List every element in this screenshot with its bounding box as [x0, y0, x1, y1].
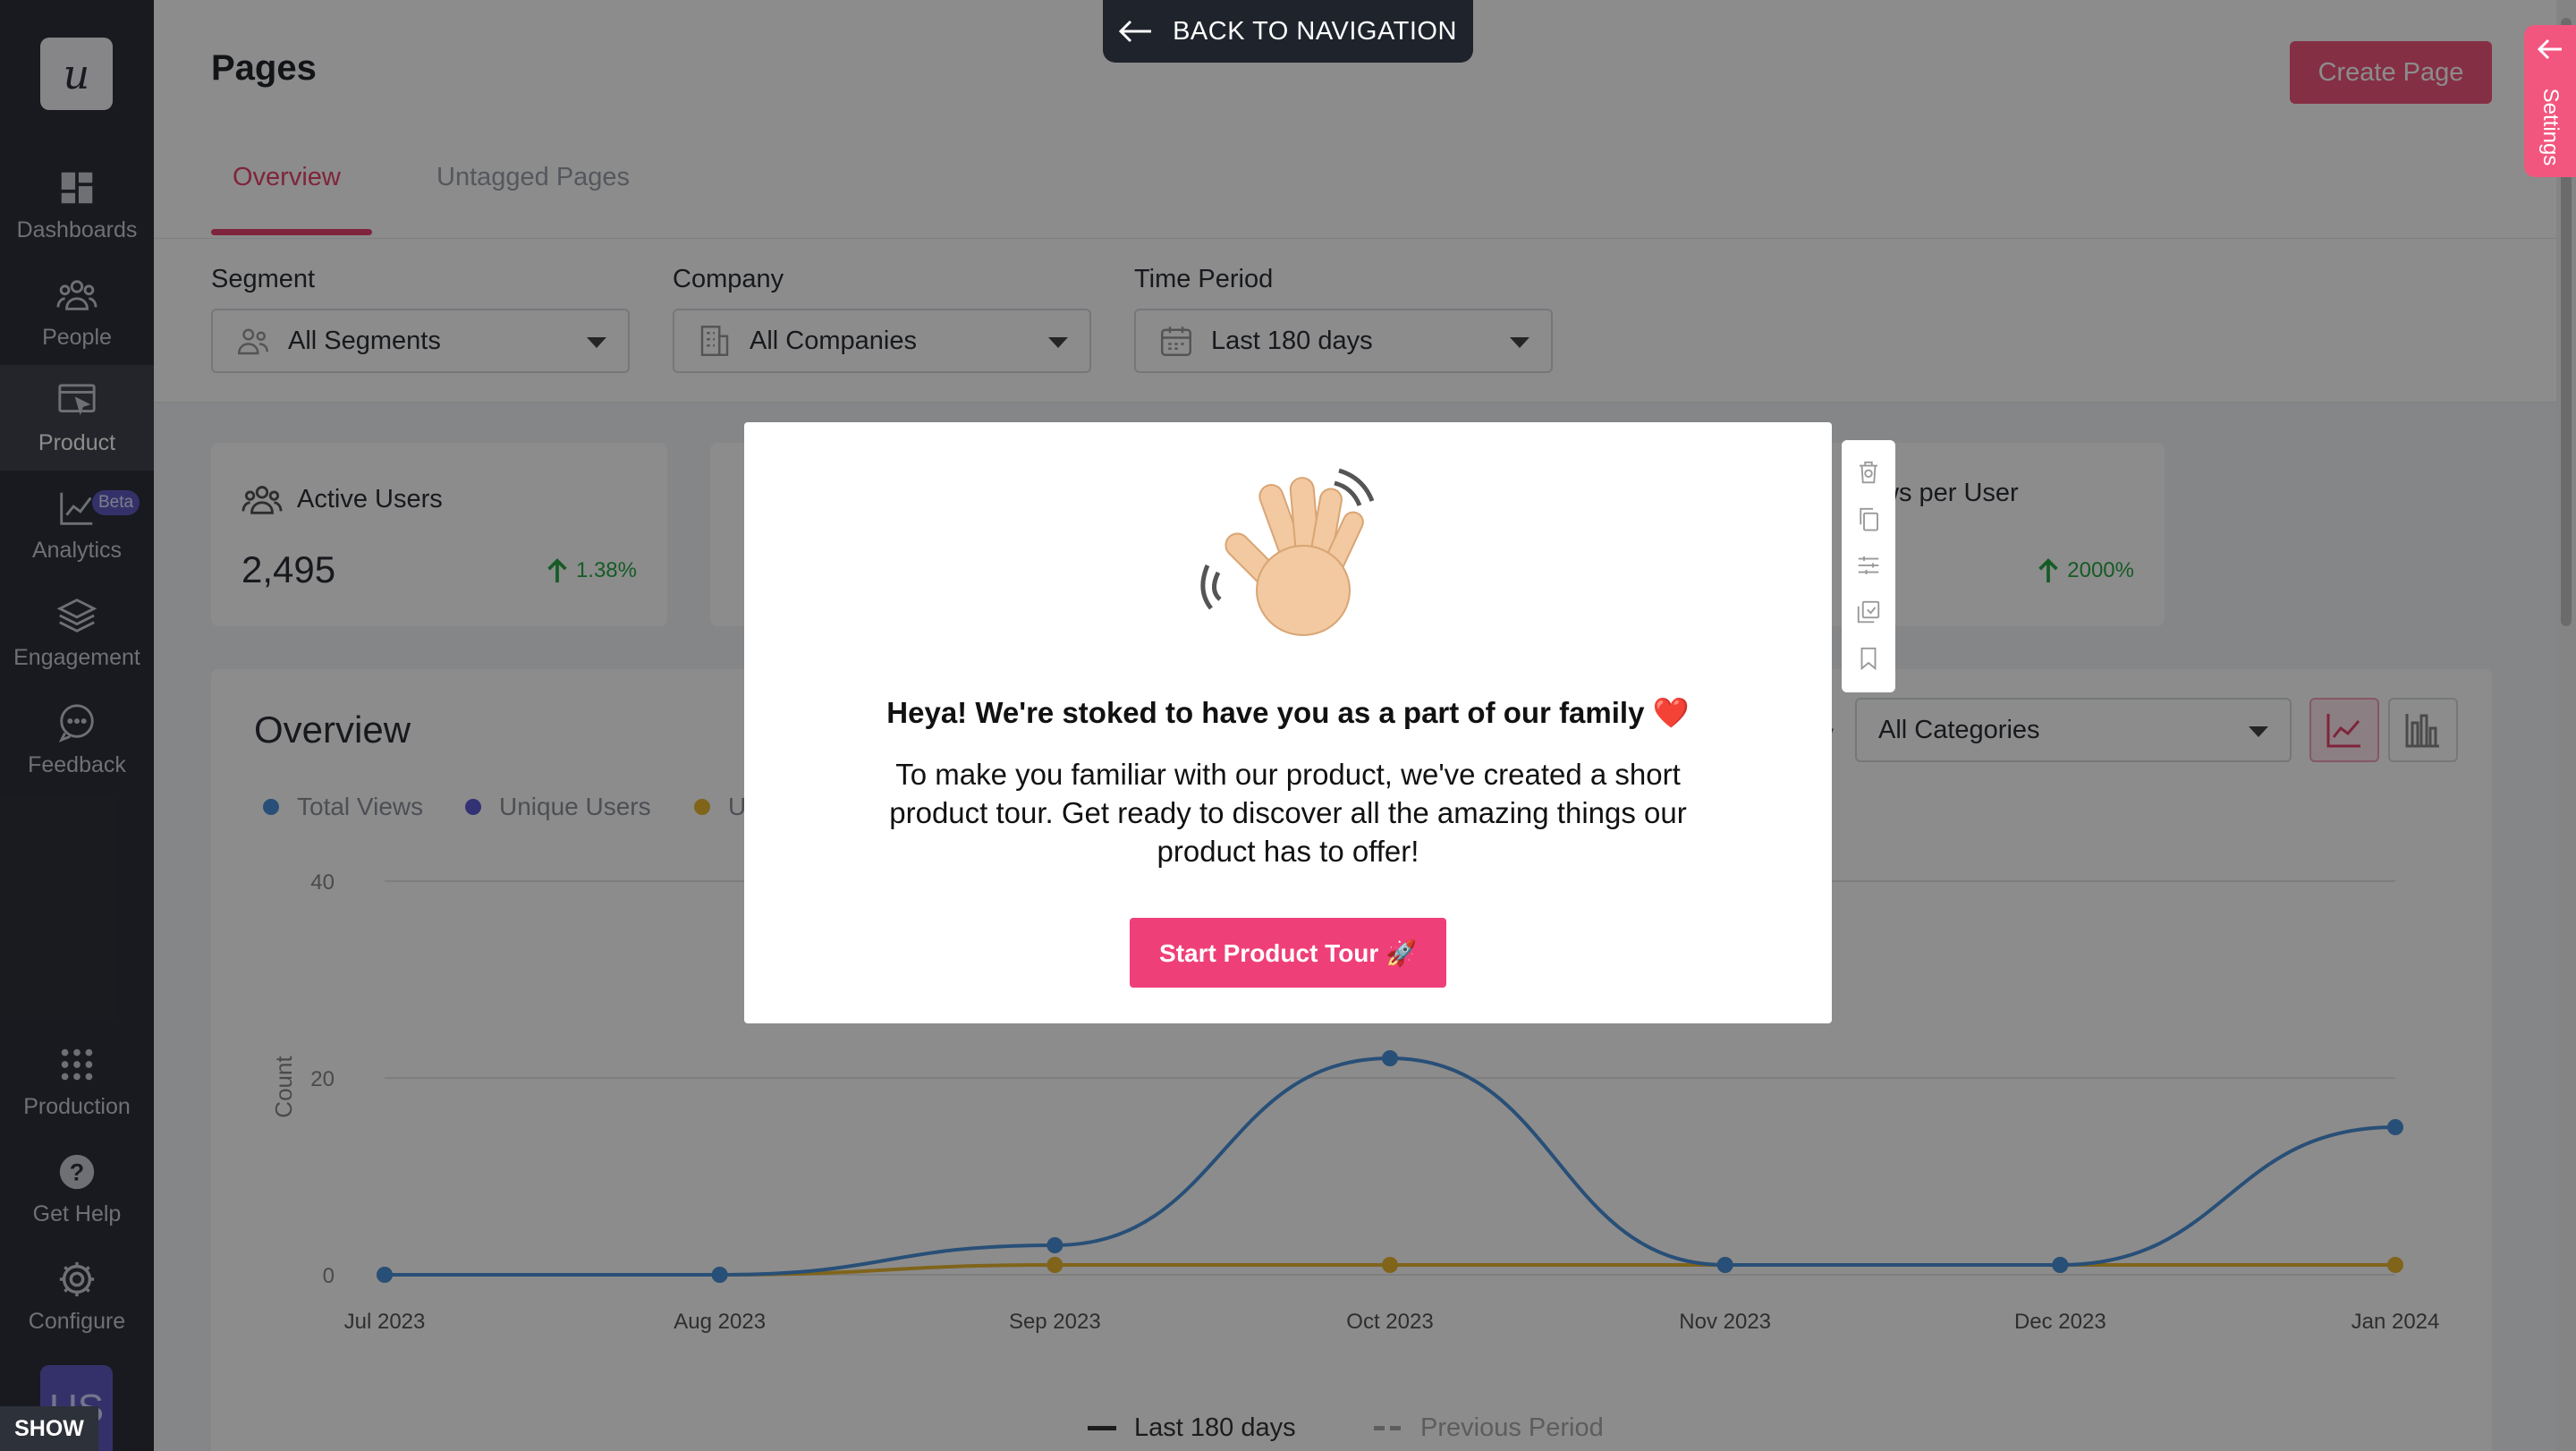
- beta-badge: Beta: [92, 490, 140, 515]
- data-point: [1382, 1050, 1398, 1066]
- people-icon: [56, 279, 97, 310]
- sidebar-item-label: Production: [23, 1093, 131, 1119]
- arrow-left-icon: [2537, 38, 2562, 60]
- trash-icon[interactable]: [1855, 458, 1882, 487]
- help-icon: ?: [59, 1154, 95, 1189]
- sidebar-item-label: Analytics: [31, 537, 123, 563]
- sidebar-item-production[interactable]: Production: [0, 1029, 154, 1134]
- sidebar-item-label: People: [42, 324, 112, 350]
- sidebar-item-label: Engagement: [13, 644, 140, 670]
- app-logo[interactable]: u: [40, 38, 113, 110]
- dashboard-icon: [61, 172, 93, 203]
- back-nav-label: BACK TO NAVIGATION: [1173, 16, 1457, 46]
- data-point: [1046, 1257, 1063, 1273]
- sidebar-item-label: Get Help: [32, 1201, 122, 1226]
- y-tick-label: 40: [310, 870, 335, 895]
- sidebar-item-get-help[interactable]: ? Get Help: [0, 1136, 154, 1242]
- data-point: [2387, 1257, 2403, 1273]
- sidebar-item-people[interactable]: People: [0, 259, 154, 365]
- data-point: [377, 1267, 393, 1283]
- sidebar-item-dashboards[interactable]: Dashboards: [0, 152, 154, 258]
- sidebar-item-label: Configure: [28, 1308, 126, 1334]
- y-axis-label: Count: [270, 1056, 297, 1118]
- x-tick-label: Jan 2024: [2351, 1310, 2440, 1334]
- copy-icon[interactable]: [1855, 505, 1882, 533]
- data-point: [2387, 1119, 2403, 1135]
- x-tick-label: Sep 2023: [1009, 1310, 1101, 1334]
- legend-label: Last 180 days: [1134, 1413, 1296, 1442]
- solid-line-icon: [1088, 1426, 1116, 1430]
- data-point: [2052, 1257, 2069, 1273]
- legend-previous-period: Previous Period: [1374, 1413, 1604, 1443]
- welcome-modal: Heya! We're stoked to have you as a part…: [744, 422, 1832, 1023]
- svg-text:?: ?: [70, 1158, 84, 1185]
- settings-label: Settings: [2538, 88, 2563, 166]
- x-tick-label: Oct 2023: [1346, 1310, 1433, 1334]
- sidebar-item-label: Feedback: [28, 751, 126, 777]
- data-point: [1046, 1237, 1063, 1253]
- dashed-line-icon: [1374, 1426, 1402, 1430]
- modal-heading: Heya! We're stoked to have you as a part…: [886, 696, 1690, 729]
- sidebar: u Dashboards People Product Analytics Be…: [0, 0, 154, 1451]
- sidebar-item-label: Product: [38, 429, 116, 455]
- sidebar-item-feedback[interactable]: Feedback: [0, 687, 154, 793]
- modal-toolbar: [1842, 440, 1895, 692]
- x-tick-label: Jul 2023: [344, 1310, 426, 1334]
- y-tick-label: 0: [323, 1264, 335, 1288]
- series-line: [384, 1056, 2396, 1277]
- sidebar-item-product[interactable]: Product: [0, 365, 154, 471]
- x-tick-label: Nov 2023: [1679, 1310, 1771, 1334]
- arrow-left-icon: [1119, 20, 1152, 43]
- sidebar-item-configure[interactable]: Configure: [0, 1243, 154, 1349]
- waving-hand-icon: [1200, 468, 1375, 636]
- analytics-icon: [60, 492, 93, 525]
- layers-icon: [56, 598, 97, 632]
- product-icon: [58, 383, 96, 415]
- back-to-navigation-button[interactable]: BACK TO NAVIGATION: [1103, 0, 1473, 63]
- grid-icon: [61, 1048, 93, 1080]
- duplicate-icon[interactable]: [1855, 598, 1882, 626]
- data-point: [1716, 1257, 1733, 1273]
- data-point: [1382, 1257, 1398, 1273]
- sidebar-item-label: Dashboards: [16, 216, 138, 242]
- modal-body: To make you familiar with our product, w…: [889, 758, 1687, 868]
- bookmark-icon[interactable]: [1855, 644, 1882, 673]
- data-point: [711, 1267, 728, 1283]
- gear-icon: [59, 1261, 95, 1296]
- chat-icon: [58, 703, 94, 742]
- y-tick-label: 20: [310, 1067, 335, 1091]
- x-tick-label: Dec 2023: [2014, 1310, 2106, 1334]
- settings-tab[interactable]: Settings: [2524, 25, 2576, 177]
- start-product-tour-button[interactable]: Start Product Tour 🚀: [1130, 918, 1446, 988]
- x-tick-label: Aug 2023: [674, 1310, 766, 1334]
- show-toggle[interactable]: SHOW: [0, 1406, 98, 1451]
- legend-current-period: Last 180 days: [1088, 1413, 1296, 1443]
- legend-label: Previous Period: [1420, 1413, 1604, 1442]
- sidebar-item-engagement[interactable]: Engagement: [0, 580, 154, 685]
- sliders-icon[interactable]: [1855, 551, 1882, 580]
- sidebar-item-analytics[interactable]: Analytics Beta: [0, 472, 154, 578]
